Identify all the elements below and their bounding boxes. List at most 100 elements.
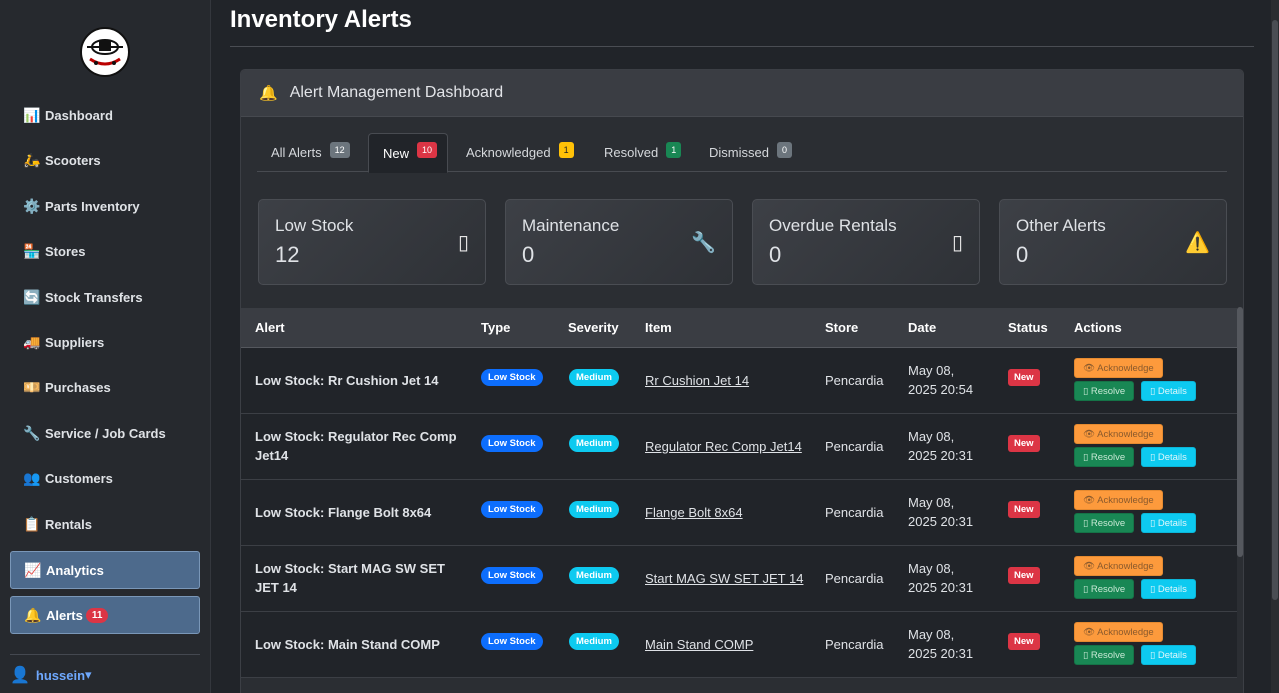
item-link[interactable]: Start MAG SW SET JET 14	[645, 571, 803, 586]
box-icon: ▯	[457, 232, 469, 254]
sidebar-item-label: Scooters	[45, 152, 101, 168]
acknowledge-button[interactable]: 👁 Acknowledge	[1074, 358, 1163, 378]
page-scroll-thumb[interactable]	[1272, 20, 1278, 600]
tab-acknowledged[interactable]: Acknowledged 1	[452, 133, 584, 172]
item-link[interactable]: Flange Bolt 8x64	[645, 505, 743, 520]
details-button[interactable]: ▯ Details	[1141, 381, 1196, 401]
date-line: May 08,	[908, 429, 955, 444]
sidebar-item-dashboard[interactable]: 📊 Dashboard	[10, 96, 200, 134]
date-line: May 08,	[908, 363, 955, 378]
stat-value: 0	[769, 242, 782, 267]
status-badge: New	[1008, 435, 1040, 452]
table-scrollbar[interactable]	[1237, 307, 1243, 557]
severity-badge: Medium	[569, 567, 619, 584]
truck-icon: 🚚	[23, 333, 41, 350]
stat-value: 0	[1016, 242, 1029, 267]
item-link[interactable]: Rr Cushion Jet 14	[645, 373, 749, 388]
page-title: Inventory Alerts	[230, 6, 412, 33]
resolve-button[interactable]: ▯ Resolve	[1074, 513, 1135, 533]
stat-value: 12	[275, 242, 300, 267]
card-title: Alert Management Dashboard	[289, 84, 504, 101]
sidebar-item-alerts[interactable]: 🔔 Alerts 11	[10, 596, 200, 634]
alert-date: May 08, 2025 20:31	[908, 493, 973, 531]
tab-dismissed[interactable]: Dismissed 0	[695, 133, 802, 172]
column-header: Status	[1008, 320, 1048, 335]
tab-count-badge: 1	[558, 141, 574, 158]
sidebar-item-label: Customers	[45, 470, 113, 486]
sidebar-item-parts-inventory[interactable]: ⚙️ Parts Inventory	[10, 187, 200, 225]
sidebar-item-label: Parts Inventory	[45, 198, 140, 214]
item-link[interactable]: Regulator Rec Comp Jet14	[645, 439, 802, 454]
severity-badge: Medium	[569, 501, 619, 518]
column-header: Date	[908, 320, 937, 335]
time-line: 2025 20:31	[908, 646, 974, 661]
sidebar-item-service-job-cards[interactable]: 🔧 Service / Job Cards	[10, 414, 200, 452]
alert-tabs: All Alerts 12 New 10 Acknowledged 1 Reso…	[257, 133, 1227, 173]
tab-new[interactable]: New 10	[368, 133, 449, 173]
sidebar-item-stores[interactable]: 🏪 Stores	[10, 232, 200, 270]
resolve-button[interactable]: ▯ Resolve	[1074, 579, 1135, 599]
alert-date: May 08, 2025 20:31	[908, 427, 973, 465]
date-line: May 08,	[908, 627, 955, 642]
details-button[interactable]: ▯ Details	[1141, 579, 1196, 599]
severity-badge: Medium	[569, 633, 619, 650]
column-header: Severity	[568, 320, 619, 335]
severity-badge: Medium	[569, 435, 619, 452]
tab-count-badge: 0	[776, 141, 792, 158]
money-icon: 💴	[23, 378, 41, 395]
item-link[interactable]: Main Stand COMP	[645, 637, 753, 652]
time-line: 2025 20:31	[908, 580, 974, 595]
sidebar-item-stock-transfers[interactable]: 🔄 Stock Transfers	[10, 278, 200, 316]
table-row: Low Stock: Rr Cushion Jet 14 Low Stock Med…	[241, 348, 1237, 414]
tab-resolved[interactable]: Resolved 1	[590, 133, 691, 172]
stat-label: Maintenance	[522, 216, 620, 235]
column-header: Item	[645, 320, 672, 335]
resolve-button[interactable]: ▯ Resolve	[1074, 447, 1135, 467]
acknowledge-button[interactable]: 👁 Acknowledge	[1074, 622, 1163, 642]
sidebar-item-label: Stock Transfers	[45, 289, 143, 305]
bell-icon: 🔔	[259, 85, 278, 102]
sidebar: 📊 Dashboard 🛵 Scooters ⚙️ Parts Inventory 🏪 Sto…	[0, 0, 211, 693]
details-button[interactable]: ▯ Details	[1141, 645, 1196, 665]
status-badge: New	[1008, 501, 1040, 518]
user-menu[interactable]: 👤 hussein ▾	[10, 665, 92, 685]
stat-maintenance: Maintenance 0 🔧	[505, 199, 733, 285]
store-name: Pencardia	[825, 637, 884, 652]
users-icon: 👥	[23, 469, 41, 486]
alert-date: May 08, 2025 20:54	[908, 361, 973, 399]
page-scrollbar[interactable]	[1271, 0, 1279, 693]
store-name: Pencardia	[825, 439, 884, 454]
scooter-icon: 🛵	[23, 151, 41, 168]
status-badge: New	[1008, 369, 1040, 386]
stat-value: 0	[522, 242, 535, 267]
status-badge: New	[1008, 633, 1040, 650]
store-name: Pencardia	[825, 571, 884, 586]
sidebar-item-rentals[interactable]: 📋 Rentals	[10, 505, 200, 543]
acknowledge-button[interactable]: 👁 Acknowledge	[1074, 556, 1163, 576]
sidebar-item-scooters[interactable]: 🛵 Scooters	[10, 141, 200, 179]
details-button[interactable]: ▯ Details	[1141, 513, 1196, 533]
type-badge: Low Stock	[481, 369, 543, 386]
details-button[interactable]: ▯ Details	[1141, 447, 1196, 467]
column-header: Actions	[1074, 320, 1122, 335]
sidebar-item-purchases[interactable]: 💴 Purchases	[10, 368, 200, 406]
sidebar-item-label: Alerts	[46, 607, 83, 623]
tab-label: Dismissed	[709, 145, 769, 160]
brand-logo[interactable]	[80, 27, 130, 77]
alert-title: Low Stock: Rr Cushion Jet 14	[255, 373, 439, 388]
acknowledge-button[interactable]: 👁 Acknowledge	[1074, 490, 1163, 510]
resolve-button[interactable]: ▯ Resolve	[1074, 381, 1135, 401]
tab-all-alerts[interactable]: All Alerts 12	[257, 133, 360, 172]
sidebar-item-customers[interactable]: 👥 Customers	[10, 459, 200, 497]
date-line: May 08,	[908, 495, 955, 510]
acknowledge-button[interactable]: 👁 Acknowledge	[1074, 424, 1163, 444]
tab-count-badge: 1	[666, 141, 682, 158]
alerts-table: Alert Type Severity Item Store Date Stat…	[241, 308, 1237, 693]
warning-icon: ⚠️	[1185, 232, 1210, 254]
time-line: 2025 20:31	[908, 448, 974, 463]
user-name: hussein	[35, 667, 86, 683]
sidebar-item-analytics[interactable]: 📈 Analytics	[10, 551, 200, 589]
resolve-button[interactable]: ▯ Resolve	[1074, 645, 1135, 665]
sidebar-item-suppliers[interactable]: 🚚 Suppliers	[10, 323, 200, 361]
table-row: Low Stock: Regulator Rec Comp Jet14 Low S…	[241, 414, 1237, 480]
